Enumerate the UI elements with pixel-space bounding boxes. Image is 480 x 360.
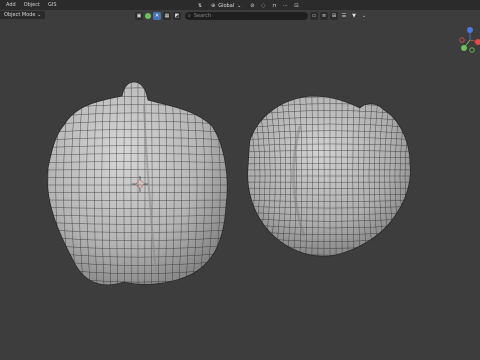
sculpt-object-right[interactable]: [245, 83, 415, 269]
sculpt-object-left[interactable]: [32, 71, 244, 299]
3d-viewport[interactable]: [0, 0, 480, 360]
